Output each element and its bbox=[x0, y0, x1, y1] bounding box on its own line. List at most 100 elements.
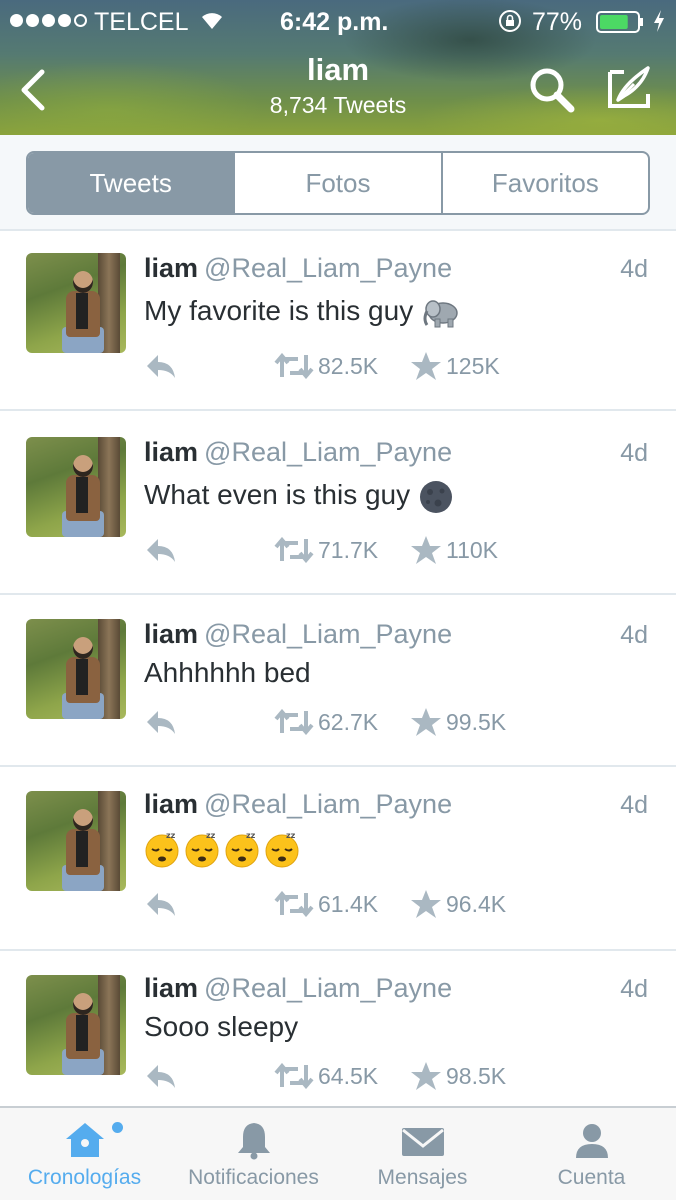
retweet-button[interactable]: 61.4K bbox=[274, 889, 378, 919]
tweet[interactable]: liam @Real_Liam_Payne 4d Ahhhhhh bed 62.7… bbox=[0, 595, 676, 767]
tweet-actions: 64.5K 98.5K bbox=[144, 1061, 644, 1091]
author-handle[interactable]: @Real_Liam_Payne bbox=[204, 437, 452, 467]
tweet[interactable]: liam @Real_Liam_Payne 4d My favorite is t… bbox=[0, 231, 676, 411]
sleeping-face-emoji-icon: zz bbox=[265, 831, 299, 868]
retweet-icon bbox=[274, 891, 314, 917]
tweet-actions: 62.7K 99.5K bbox=[144, 707, 644, 737]
tweet[interactable]: liam @Real_Liam_Payne 4d What even is thi… bbox=[0, 411, 676, 595]
retweet-button[interactable]: 64.5K bbox=[274, 1061, 378, 1091]
avatar[interactable] bbox=[26, 619, 126, 719]
back-button[interactable] bbox=[18, 68, 50, 112]
retweet-count: 82.5K bbox=[318, 352, 379, 379]
tweet[interactable]: liam @Real_Liam_Payne 4d Sooo sleepy 64.5… bbox=[0, 951, 676, 1106]
tweet-header: liam @Real_Liam_Payne bbox=[144, 973, 452, 1004]
reply-icon bbox=[147, 893, 175, 916]
star-icon bbox=[411, 1062, 441, 1090]
favorite-button[interactable]: 110K bbox=[410, 535, 498, 565]
avatar[interactable] bbox=[26, 253, 126, 353]
favorite-button[interactable]: 125K bbox=[410, 351, 500, 381]
chevron-left-icon bbox=[21, 69, 45, 111]
retweet-icon bbox=[274, 353, 314, 379]
retweet-button[interactable]: 62.7K bbox=[274, 707, 378, 737]
favorite-button[interactable]: 98.5K bbox=[410, 1061, 506, 1091]
avatar[interactable] bbox=[26, 791, 126, 891]
compose-icon bbox=[608, 66, 650, 108]
bottom-tab-bar: Cronologías Notificaciones Mensajes Cuen… bbox=[0, 1106, 676, 1200]
elephant-emoji-icon bbox=[423, 299, 458, 328]
author-handle[interactable]: @Real_Liam_Payne bbox=[204, 973, 452, 1003]
reply-icon bbox=[147, 355, 175, 378]
reply-button[interactable] bbox=[144, 351, 178, 381]
segment-tweets[interactable]: Tweets bbox=[28, 153, 234, 213]
signal-strength-icon bbox=[10, 14, 87, 27]
reply-button[interactable] bbox=[144, 889, 178, 919]
profile-segment-bar: Tweets Fotos Favoritos bbox=[0, 135, 676, 231]
author-handle[interactable]: @Real_Liam_Payne bbox=[204, 789, 452, 819]
retweet-button[interactable]: 71.7K bbox=[274, 535, 378, 565]
home-icon bbox=[65, 1123, 104, 1157]
carrier-name: TELCEL bbox=[94, 8, 189, 36]
reply-icon bbox=[147, 539, 175, 562]
new-content-dot bbox=[112, 1122, 123, 1133]
author-name[interactable]: liam bbox=[144, 253, 198, 283]
tab-label: Notificaciones bbox=[188, 1166, 319, 1189]
tweet-text: My favorite is this guy bbox=[144, 295, 461, 329]
segment-favoritos[interactable]: Favoritos bbox=[440, 153, 648, 213]
tweet-time: 4d bbox=[620, 439, 648, 467]
reply-icon bbox=[147, 711, 175, 734]
avatar[interactable] bbox=[26, 975, 126, 1075]
reply-icon bbox=[147, 1065, 175, 1088]
status-bar: TELCEL 6:42 p.m. 77% bbox=[0, 0, 676, 44]
tweet-text: What even is this guy bbox=[144, 479, 456, 514]
retweet-button[interactable]: 82.5K bbox=[274, 351, 378, 381]
tweet-time: 4d bbox=[620, 255, 648, 283]
sleeping-face-emoji-icon: zz bbox=[145, 831, 179, 868]
bell-icon bbox=[237, 1123, 270, 1160]
tweet-count: 8,734 Tweets bbox=[269, 92, 407, 118]
retweet-icon bbox=[274, 537, 314, 563]
tweet-time: 4d bbox=[620, 791, 648, 819]
author-handle[interactable]: @Real_Liam_Payne bbox=[204, 253, 452, 283]
author-name[interactable]: liam bbox=[144, 619, 198, 649]
tweet-header: liam @Real_Liam_Payne bbox=[144, 253, 452, 284]
retweet-icon bbox=[274, 709, 314, 735]
reply-button[interactable] bbox=[144, 1061, 178, 1091]
charging-bolt-icon bbox=[654, 10, 664, 32]
tab-mensajes[interactable]: Mensajes bbox=[338, 1108, 507, 1200]
tweet-time: 4d bbox=[620, 975, 648, 1003]
favorite-count: 96.4K bbox=[446, 890, 507, 917]
tab-notificaciones[interactable]: Notificaciones bbox=[169, 1108, 338, 1200]
battery-percent: 77% bbox=[532, 8, 583, 36]
author-name[interactable]: liam bbox=[144, 973, 198, 1003]
tweet[interactable]: liam @Real_Liam_Payne 4d zz zz zz zz 61.4K 9… bbox=[0, 767, 676, 951]
search-button[interactable] bbox=[528, 66, 576, 114]
tweet-actions: 61.4K 96.4K bbox=[144, 889, 644, 919]
retweet-count: 61.4K bbox=[318, 890, 379, 917]
tweet-text-content: Ahhhhhh bed bbox=[144, 657, 311, 688]
author-name[interactable]: liam bbox=[144, 789, 198, 819]
tab-cuenta[interactable]: Cuenta bbox=[507, 1108, 676, 1200]
tweet-time: 4d bbox=[620, 621, 648, 649]
tab-label: Mensajes bbox=[377, 1166, 468, 1189]
tab-cronologias[interactable]: Cronologías bbox=[0, 1108, 169, 1200]
segment-fotos[interactable]: Fotos bbox=[233, 153, 440, 213]
author-handle[interactable]: @Real_Liam_Payne bbox=[204, 619, 452, 649]
clock: 6:42 p.m. bbox=[280, 8, 389, 36]
reply-button[interactable] bbox=[144, 707, 178, 737]
star-icon bbox=[411, 708, 441, 736]
favorite-button[interactable]: 96.4K bbox=[410, 889, 506, 919]
reply-button[interactable] bbox=[144, 535, 178, 565]
retweet-icon bbox=[274, 1063, 314, 1089]
tweet-text-content: Sooo sleepy bbox=[144, 1011, 299, 1042]
compose-tweet-button[interactable] bbox=[604, 64, 654, 112]
favorite-button[interactable]: 99.5K bbox=[410, 707, 506, 737]
tweet-header: liam @Real_Liam_Payne bbox=[144, 789, 452, 820]
segmented-control: Tweets Fotos Favoritos bbox=[26, 151, 650, 215]
battery-icon bbox=[596, 11, 643, 33]
author-name[interactable]: liam bbox=[144, 437, 198, 467]
retweet-count: 62.7K bbox=[318, 708, 379, 735]
tweet-header: liam @Real_Liam_Payne bbox=[144, 619, 452, 650]
profile-name: liam bbox=[306, 52, 370, 87]
avatar[interactable] bbox=[26, 437, 126, 537]
envelope-icon bbox=[401, 1128, 444, 1156]
